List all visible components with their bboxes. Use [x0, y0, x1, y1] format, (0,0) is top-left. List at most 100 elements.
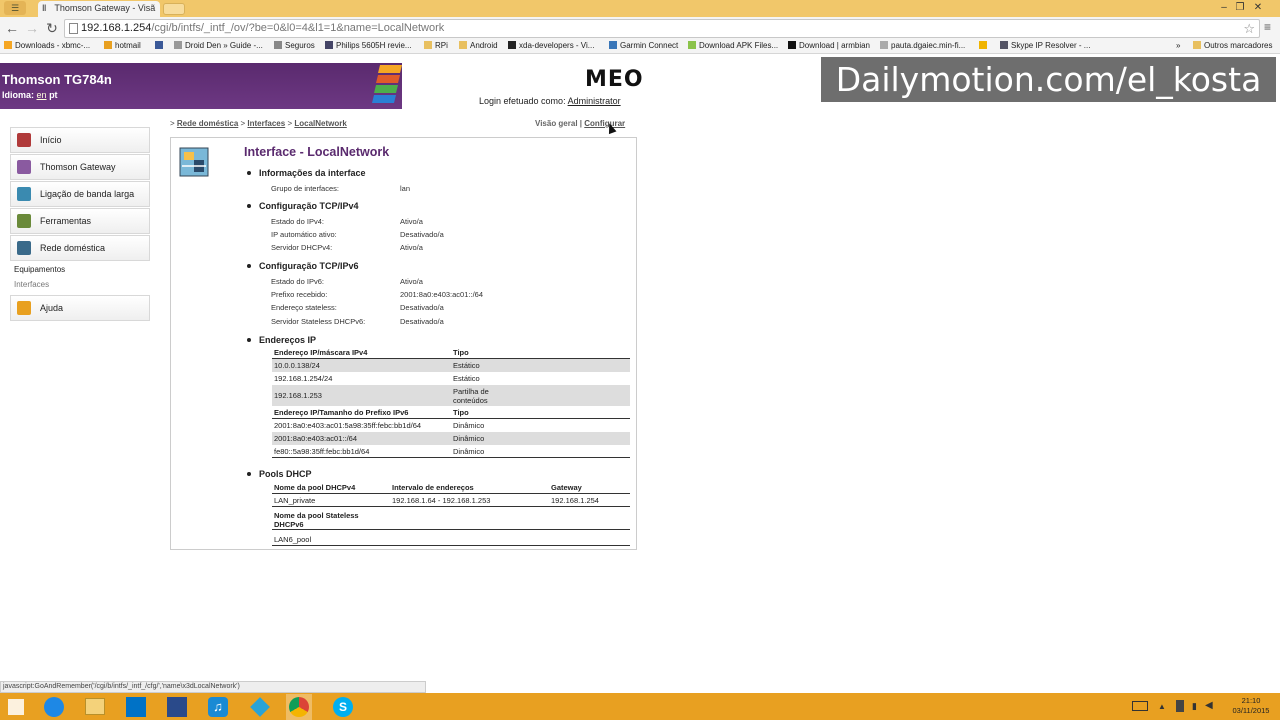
app-icon[interactable]: [167, 697, 187, 717]
interface-panel: Interface - LocalNetwork Informações da …: [170, 137, 637, 550]
reload-icon[interactable]: ↻: [44, 20, 60, 36]
lang-en-link[interactable]: en: [37, 90, 47, 100]
chrome-taskbar-active[interactable]: [286, 694, 312, 720]
tray-arrow-icon[interactable]: ▲: [1158, 702, 1166, 711]
bookmark-item[interactable]: [155, 41, 166, 50]
chrome-icon: [289, 697, 309, 717]
ipv4-value: Ativo/a: [400, 217, 423, 226]
bookmark-item[interactable]: Download APK Files...: [688, 41, 778, 50]
meo-logo: MEO: [585, 67, 644, 92]
gateway-icon: [17, 160, 31, 174]
ipv4-value: Desativado/a: [400, 230, 444, 239]
new-tab-button[interactable]: [163, 3, 185, 15]
address-bar[interactable]: 192.168.1.254/cgi/b/intfs/_intf_/ov/?be=…: [64, 19, 1260, 38]
signal-icon[interactable]: ▮: [1192, 701, 1197, 712]
url-path: /cgi/b/intfs/_intf_/ov/?be=0&l0=4&l1=1&n…: [151, 22, 445, 34]
network-interface-icon: [179, 147, 209, 177]
other-bookmarks-folder[interactable]: Outros marcadores: [1193, 41, 1272, 50]
bookmark-item[interactable]: Garmin Connect: [609, 41, 678, 50]
forward-icon[interactable]: →: [24, 20, 40, 36]
sidebar-item-home-network[interactable]: Rede doméstica: [10, 235, 150, 261]
battery-icon[interactable]: [1176, 700, 1184, 712]
bookmarks-bar: Downloads - xbmc-... hotmail Droid Den »…: [0, 40, 1280, 54]
ipv6-key: Servidor Stateless DHCPv6:: [271, 317, 366, 326]
bookmark-item[interactable]: pauta.dgaiec.min-fi...: [880, 41, 965, 50]
header-band: Thomson TG784n Idioma: en pt: [0, 63, 402, 109]
bookmark-item[interactable]: Download | armbian: [788, 41, 870, 50]
brand-stripes-logo: [372, 65, 402, 103]
tab-title: Thomson Gateway - Visã: [54, 3, 156, 13]
start-button-icon[interactable]: [8, 699, 24, 715]
breadcrumb-localnetwork[interactable]: LocalNetwork: [294, 119, 346, 128]
bookmark-item[interactable]: [979, 41, 990, 50]
keyboard-icon[interactable]: [1132, 701, 1148, 711]
dhcp-pool-table: Nome da pool DHCPv4 Intervalo de endereço…: [272, 481, 630, 546]
bookmark-item[interactable]: Skype IP Resolver - ...: [1000, 41, 1090, 50]
skype-icon[interactable]: S: [333, 697, 353, 717]
breadcrumb-interfaces[interactable]: Interfaces: [247, 119, 285, 128]
clock-date: 03/11/2015: [1232, 706, 1270, 715]
table-row: LAN6_pool: [272, 533, 630, 546]
browser-titlebar: ☰ ǁ Thomson Gateway - Visã – ❐ ✕: [0, 0, 1280, 17]
device-title: Thomson TG784n: [2, 72, 112, 87]
clock[interactable]: 21:10 03/11/2015: [1228, 696, 1274, 716]
sidebar-sub-devices[interactable]: Equipamentos: [10, 262, 150, 277]
sidebar-item-help[interactable]: Ajuda: [10, 295, 150, 321]
back-icon[interactable]: ←: [4, 20, 20, 36]
table-row: fe80::5a98:35ff:febc:bb1d/64 Dinâmico: [272, 445, 630, 458]
bookmark-folder[interactable]: Android: [459, 41, 498, 50]
ip-address-table: Endereço IP/máscara IPv4 Tipo 10.0.0.138/…: [272, 346, 630, 458]
help-icon: [17, 301, 31, 315]
maximize-icon[interactable]: ❐: [1232, 0, 1248, 16]
tools-icon: [17, 214, 31, 228]
sidebar-item-broadband[interactable]: Ligação de banda larga: [10, 181, 150, 207]
browser-tab[interactable]: ǁ Thomson Gateway - Visã: [38, 1, 160, 17]
close-icon[interactable]: ✕: [1250, 0, 1266, 16]
configure-link[interactable]: Configurar: [584, 119, 625, 128]
network-icon: [17, 241, 31, 255]
browser-menu-icon[interactable]: ☰: [4, 1, 26, 15]
ipv4-key: IP automático ativo:: [271, 230, 337, 239]
sidebar-item-inicio[interactable]: Início: [10, 127, 150, 153]
bookmark-folder[interactable]: RPi: [424, 41, 448, 50]
ipv6-value: Ativo/a: [400, 277, 423, 286]
globe-icon: [17, 187, 31, 201]
table-header: Endereço IP/máscara IPv4 Tipo: [272, 346, 630, 359]
bookmark-item[interactable]: Downloads - xbmc-...: [4, 41, 90, 50]
overview-label: Visão geral: [535, 119, 578, 128]
minimize-icon[interactable]: –: [1216, 0, 1232, 16]
sidebar-sub-interfaces[interactable]: Interfaces: [10, 277, 150, 292]
sidebar-item-tools[interactable]: Ferramentas: [10, 208, 150, 234]
table-header: Endereço IP/Tamanho do Prefixo IPv6 Tipo: [272, 406, 630, 419]
chrome-menu-icon[interactable]: ≡: [1264, 20, 1271, 34]
breadcrumb-home-network[interactable]: Rede doméstica: [177, 119, 238, 128]
bookmark-star-icon[interactable]: ☆: [1243, 20, 1255, 37]
info-value: lan: [400, 184, 411, 193]
bookmark-item[interactable]: Philips 5605H revie...: [325, 41, 412, 50]
bookmark-item[interactable]: Droid Den » Guide -...: [174, 41, 263, 50]
bookmark-item[interactable]: Seguros: [274, 41, 315, 50]
explorer-icon[interactable]: [85, 698, 105, 715]
status-bar: javascript:GoAndRemember('/cgi/b/intfs/_…: [0, 681, 426, 693]
bookmark-item[interactable]: xda-developers - Vi...: [508, 41, 594, 50]
home-icon: [17, 133, 31, 147]
section-addresses: Endereços IP: [246, 335, 317, 345]
ipv4-key: Servidor DHCPv4:: [271, 243, 333, 252]
volume-icon[interactable]: ◀: [1205, 700, 1213, 711]
sidebar-item-gateway[interactable]: Thomson Gateway: [10, 154, 150, 180]
bookmark-item[interactable]: hotmail: [104, 41, 141, 50]
kodi-icon[interactable]: [250, 697, 270, 717]
outlook-icon[interactable]: [126, 697, 146, 717]
language-label: Idioma:: [2, 90, 35, 100]
lang-pt-current: pt: [49, 90, 58, 100]
table-header: Nome da pool DHCPv4 Intervalo de endereço…: [272, 481, 630, 494]
more-bookmarks-icon[interactable]: »: [1176, 41, 1180, 50]
clock-time: 21:10: [1241, 696, 1261, 705]
ipv4-key: Estado do IPv4:: [271, 217, 324, 226]
ie-icon[interactable]: [44, 697, 64, 717]
ipv6-value: Desativado/a: [400, 303, 444, 312]
login-user-link[interactable]: Administrator: [568, 96, 621, 106]
ipv6-value: 2001:8a0:e403:ac01::/64: [400, 290, 483, 299]
login-status: Login efetuado como: Administrator: [479, 96, 621, 106]
itunes-icon[interactable]: ♫: [208, 697, 228, 717]
